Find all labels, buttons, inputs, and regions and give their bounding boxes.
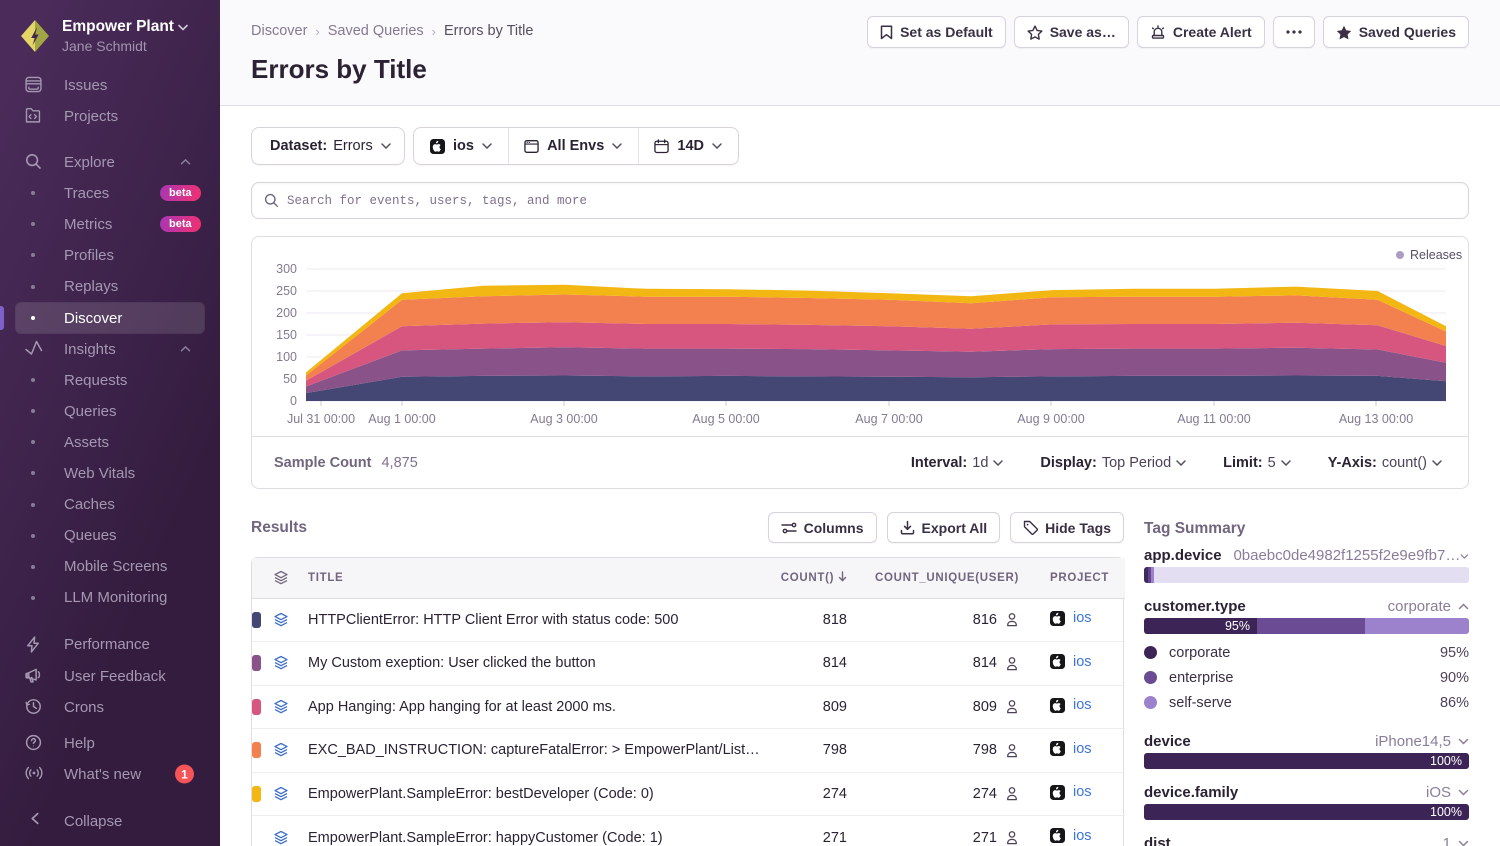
svg-text:300: 300 <box>276 262 297 276</box>
svg-text:200: 200 <box>276 306 297 320</box>
svg-text:Aug 1 00:00: Aug 1 00:00 <box>368 412 435 426</box>
svg-text:150: 150 <box>276 328 297 342</box>
svg-text:0: 0 <box>290 394 297 408</box>
svg-text:250: 250 <box>276 284 297 298</box>
svg-text:Aug 3 00:00: Aug 3 00:00 <box>530 412 597 426</box>
svg-text:50: 50 <box>283 372 297 386</box>
svg-text:Aug 11 00:00: Aug 11 00:00 <box>1177 412 1250 426</box>
svg-text:Aug 7 00:00: Aug 7 00:00 <box>855 412 922 426</box>
svg-text:Aug 9 00:00: Aug 9 00:00 <box>1017 412 1084 426</box>
svg-text:Aug 13 00:00: Aug 13 00:00 <box>1339 412 1413 426</box>
svg-text:Aug 5 00:00: Aug 5 00:00 <box>692 412 759 426</box>
svg-text:100: 100 <box>276 350 297 364</box>
svg-text:Releases: Releases <box>1410 248 1462 262</box>
svg-text:Jul 31 00:00: Jul 31 00:00 <box>287 412 355 426</box>
